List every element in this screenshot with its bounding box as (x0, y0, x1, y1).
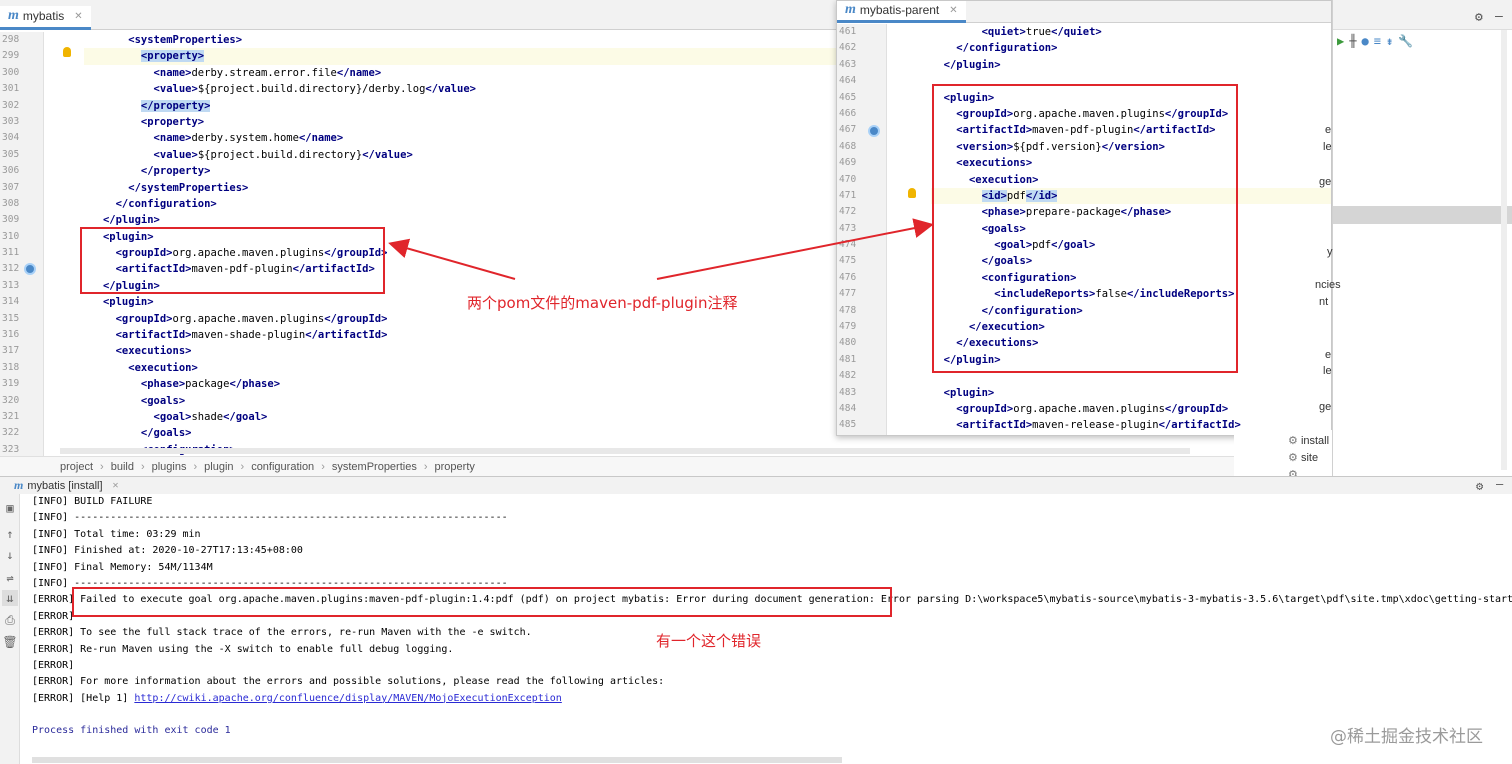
lifecycle-site[interactable]: ⚙ site (1288, 451, 1318, 464)
arrow-to-left-box (388, 238, 516, 280)
settings-icon[interactable]: ⚙ (1476, 479, 1483, 493)
wrench-icon[interactable]: 🔧 (1398, 34, 1413, 48)
maven-toolbar: ▶ ╫ ● ≡ ⇟ 🔧 (1333, 31, 1512, 51)
collapse-all-icon[interactable]: ⇟ (1386, 34, 1393, 48)
maven-item-fragment: e (1325, 349, 1332, 361)
lifecycle-deploy[interactable]: ⚙ deploy (1288, 468, 1332, 476)
show-dependencies-icon[interactable]: ≡ (1374, 34, 1381, 48)
maven-item-fragment: y (1327, 246, 1333, 258)
maven-item-fragment: ge (1319, 176, 1332, 188)
maven-logo-icon: m (14, 478, 24, 492)
soft-wrap-icon[interactable]: ⇌ (2, 570, 18, 586)
pom-annotation-text: 两个pom文件的maven-pdf-plugin注释 (467, 294, 738, 312)
console-line: [INFO] BUILD FAILURE (32, 496, 153, 507)
maven-item-fragment: ge (1319, 401, 1332, 413)
highlight-box-error (72, 587, 892, 617)
run-icon[interactable]: ▶ (1337, 34, 1344, 48)
watermark: @稀土掘金技术社区 (1330, 727, 1483, 747)
gear-icon: ⚙ (1288, 469, 1298, 476)
arrow-down-icon[interactable]: ↓ (2, 547, 18, 563)
console-line: [ERROR] To see the full stack trace of t… (32, 627, 532, 639)
run-panel-header: m mybatis [install] ✕ (0, 476, 1512, 494)
arrow-to-right-box (656, 218, 934, 280)
maven-header (1333, 0, 1512, 30)
maven-lifecycle-list: ⚙ install ⚙ site ⚙ deploy (1234, 430, 1332, 476)
console-line: [ERROR] For more information about the e… (32, 676, 665, 688)
console-output[interactable]: [INFO] BUILD FAILURE [INFO] ------------… (32, 494, 1512, 754)
console-line: [INFO] ---------------------------------… (32, 512, 508, 524)
lifecycle-install[interactable]: ⚙ install (1288, 434, 1329, 447)
trash-icon[interactable]: 🗑 (2, 634, 18, 650)
console-scrollbar[interactable] (32, 757, 842, 763)
console-line: [INFO] Finished at: 2020-10-27T17:13:45+… (32, 545, 303, 557)
minimize-icon[interactable]: – (1496, 477, 1503, 491)
run-side-toolbar: ▣ ↑ ↓ ⇌ ⇊ ⎙ 🗑 (0, 494, 20, 764)
toggle-offline-icon[interactable]: ╫ (1349, 34, 1356, 48)
console-line: [ERROR] Re-run Maven using the -X switch… (32, 643, 454, 655)
scroll-to-end-icon[interactable]: ⇊ (2, 590, 18, 606)
maven-item-fragment: nt (1319, 296, 1329, 308)
print-icon[interactable]: ⎙ (2, 612, 18, 628)
gear-icon: ⚙ (1288, 435, 1298, 447)
console-line: [INFO] Total time: 03:29 min (32, 528, 201, 540)
arrow-up-icon[interactable]: ↑ (2, 526, 18, 542)
skip-tests-icon[interactable]: ● (1361, 34, 1368, 48)
console-line: [ERROR] (32, 659, 75, 671)
maven-selected-row (1333, 206, 1512, 224)
maven-scrollbar[interactable] (1501, 30, 1507, 470)
restore-layout-icon[interactable]: ▣ (2, 500, 18, 516)
settings-icon[interactable]: ⚙ (1475, 10, 1483, 25)
maven-item-fragment: e (1325, 124, 1332, 136)
close-icon[interactable]: ✕ (113, 480, 119, 491)
maven-tool-window: ⚙ – ▶ ╫ ● ≡ ⇟ 🔧 e le ge y ncies nt e le … (1315, 0, 1512, 476)
exit-line: Process finished with exit code 1 (32, 725, 231, 737)
minimize-icon[interactable]: – (1495, 9, 1503, 24)
gear-icon: ⚙ (1288, 452, 1298, 464)
maven-item-fragment: le (1323, 365, 1332, 377)
help-link[interactable]: http://cwiki.apache.org/confluence/displ… (134, 693, 561, 704)
maven-item-fragment: le (1323, 141, 1332, 153)
error-annotation-text: 有一个这个错误 (656, 632, 762, 650)
console-line: [INFO] Final Memory: 54M/1134M (32, 561, 213, 573)
maven-item-fragment: ncies (1315, 279, 1341, 291)
run-tab-label[interactable]: mybatis [install] (27, 480, 102, 492)
console-line-help: [ERROR] [Help 1] http://cwiki.apache.org… (32, 692, 562, 704)
